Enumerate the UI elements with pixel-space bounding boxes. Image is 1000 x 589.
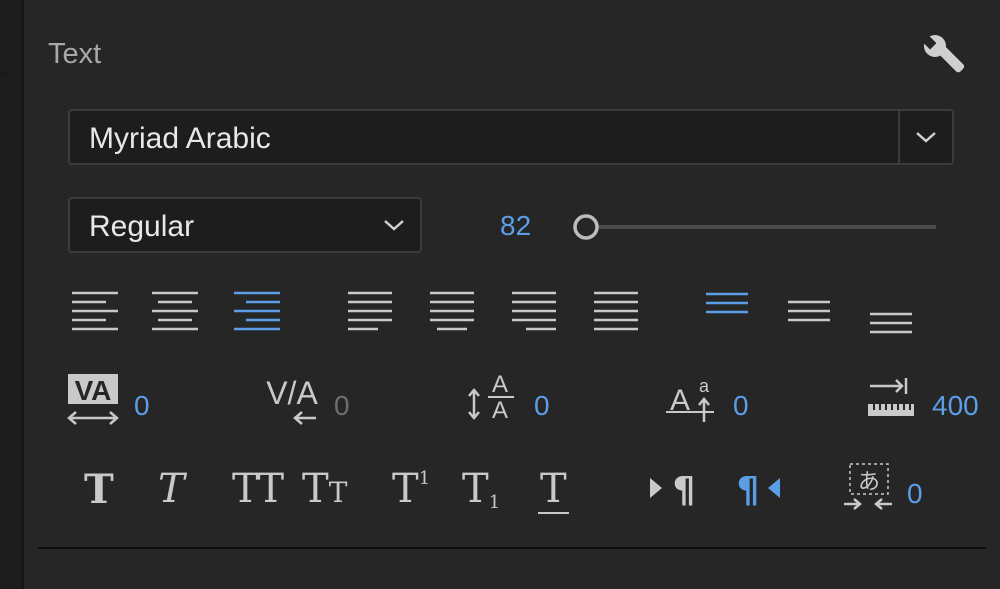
panel-title: Text [48,38,102,70]
underline-button[interactable]: T [538,466,569,514]
tab-width-icon [868,378,914,416]
svg-text:VA: VA [75,375,112,406]
faux-italic-button[interactable]: T [158,466,185,512]
align-bottom-icon[interactable] [870,290,914,338]
left-panel-edge [0,0,24,589]
svg-text:A: A [492,397,508,424]
tracking-value[interactable]: 0 [334,390,350,422]
slider-handle[interactable] [573,214,599,240]
font-size-value[interactable]: 82 [500,210,531,242]
font-family-dropdown[interactable]: Myriad Arabic [68,109,954,165]
chevron-down-icon [916,132,936,143]
subscript-button[interactable]: T1 [462,466,500,513]
justify-last-center-icon[interactable] [430,290,478,334]
kerning-value[interactable]: 0 [134,390,150,422]
align-middle-icon[interactable] [788,290,832,338]
justify-last-left-icon[interactable] [348,290,396,334]
small-caps-button[interactable]: TT [302,466,347,512]
justify-last-right-icon[interactable] [512,290,560,334]
tsume-icon: あ [844,463,892,510]
font-family-value: Myriad Arabic [89,122,271,155]
svg-text:¶: ¶ [737,470,760,510]
left-to-right-icon[interactable]: ¶ [650,470,702,510]
leading-value[interactable]: 0 [534,390,550,422]
svg-text:A: A [492,371,508,398]
svg-text:あ: あ [858,470,880,495]
tsume-value[interactable]: 0 [907,478,923,510]
right-to-left-icon[interactable]: ¶ [730,470,782,510]
svg-text:¶: ¶ [673,470,696,510]
align-center-icon[interactable] [152,290,200,334]
faux-bold-button[interactable]: T [84,466,114,513]
font-size-slider[interactable] [572,210,938,244]
chevron-down-icon [384,220,404,231]
wrench-icon[interactable] [918,32,972,82]
tracking-icon: V/A [266,375,318,425]
font-style-dropdown[interactable]: Regular [68,197,422,253]
edge-tick [0,72,10,75]
align-right-icon[interactable] [234,290,282,334]
justify-all-icon[interactable] [594,290,642,334]
superscript-button[interactable]: T1 [392,466,430,512]
panel-divider [38,547,986,549]
svg-text:V/A: V/A [266,375,318,411]
leading-icon: A A [468,371,514,424]
svg-text:a: a [699,376,710,396]
all-caps-button[interactable]: TT [232,466,284,512]
font-family-dropdown-button[interactable] [898,111,952,163]
align-left-icon[interactable] [72,290,120,334]
font-style-value: Regular [89,210,195,243]
baseline-shift-value[interactable]: 0 [733,390,749,422]
baseline-shift-icon: A a [666,376,714,422]
tab-width-value[interactable]: 400 [932,390,979,422]
align-top-icon[interactable] [706,290,750,338]
kerning-icon: VA [67,374,119,425]
